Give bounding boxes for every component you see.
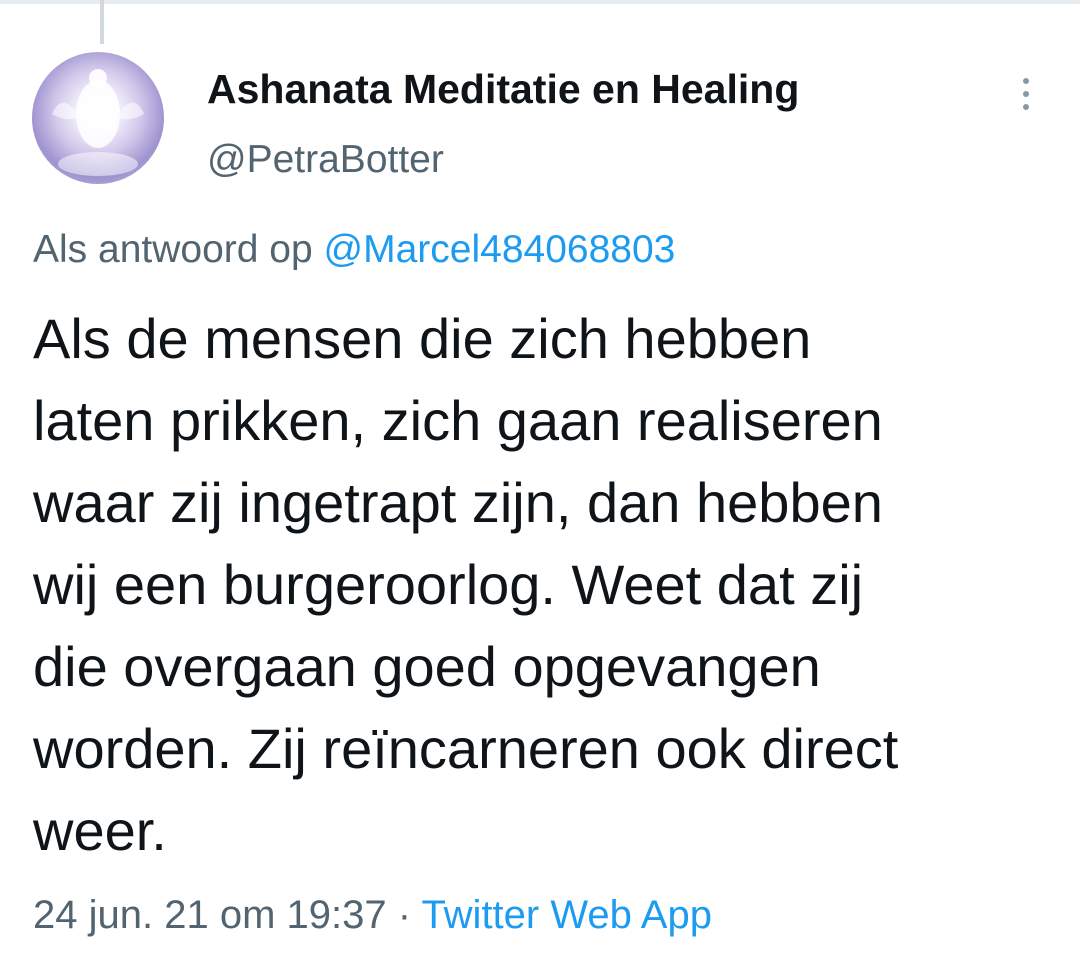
tweet-metadata: 24 jun. 21 om 19:37 · Twitter Web App xyxy=(33,893,712,938)
more-vertical-icon-dot xyxy=(1023,104,1029,110)
meta-separator: · xyxy=(397,893,412,937)
reply-prefix: Als antwoord op xyxy=(33,228,313,271)
more-vertical-icon xyxy=(1023,78,1029,84)
tweet-text: Als de mensen die zich hebben laten prik… xyxy=(33,307,899,862)
more-options-button[interactable] xyxy=(1008,70,1044,118)
author-name[interactable]: Ashanata Meditatie en Healing xyxy=(207,66,799,113)
author-handle[interactable]: @PetraBotter xyxy=(207,138,444,182)
thread-connector-line xyxy=(100,0,104,44)
reply-mention-link[interactable]: @Marcel484068803 xyxy=(324,228,676,271)
top-divider xyxy=(0,0,1080,4)
tweet-timestamp[interactable]: 24 jun. 21 om 19:37 xyxy=(33,893,387,937)
more-vertical-icon-dot xyxy=(1023,91,1029,97)
tweet-source-link[interactable]: Twitter Web App xyxy=(421,893,712,937)
reply-context: Als antwoord op @Marcel484068803 xyxy=(33,228,675,272)
avatar-image-icon xyxy=(52,69,144,176)
author-avatar[interactable] xyxy=(32,52,164,184)
